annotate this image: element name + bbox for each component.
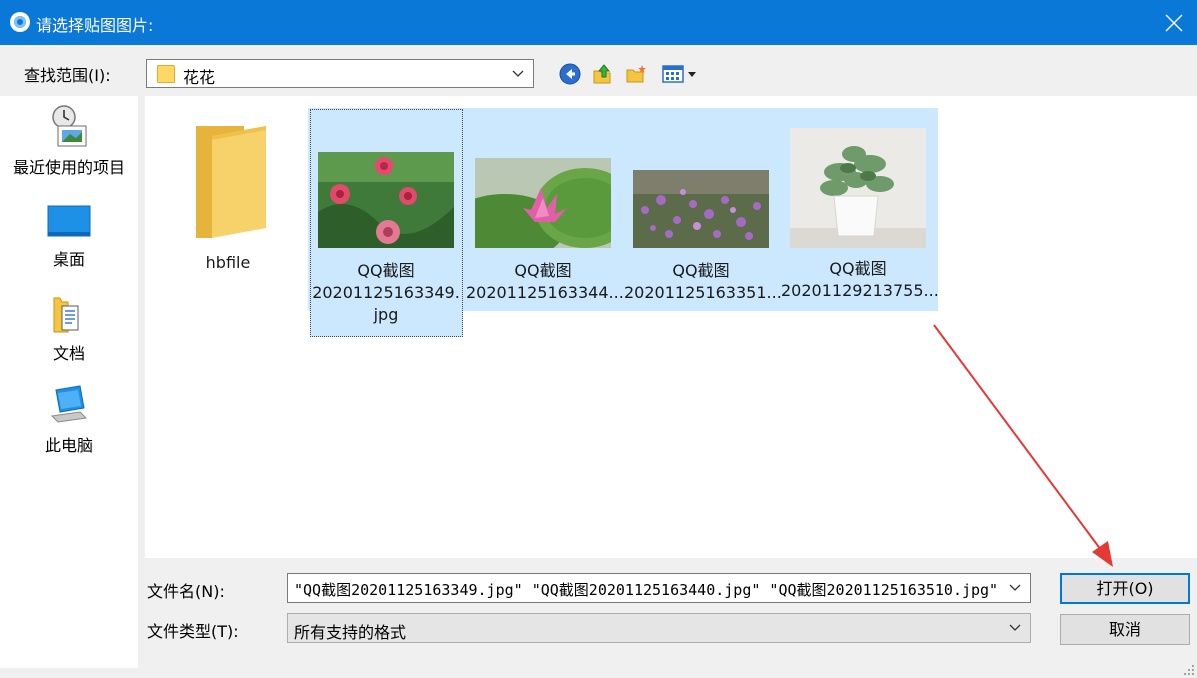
filename-value: "QQ截图20201125163349.jpg" "QQ截图2020112516…	[294, 581, 999, 599]
places-bar: 最近使用的项目 桌面 文档 此电脑	[0, 96, 138, 668]
title-bar: 请选择贴图图片:	[0, 0, 1197, 45]
documents-icon	[53, 297, 79, 333]
app-icon	[10, 12, 30, 32]
file-name: 20201125163351...	[624, 283, 782, 302]
desktop-icon	[47, 205, 91, 237]
list-item-image[interactable]: QQ截图 20201125163351...	[624, 170, 782, 304]
filetype-dropdown[interactable]: 所有支持的格式	[287, 613, 1031, 643]
list-item-folder[interactable]: hbfile	[151, 116, 305, 274]
place-label: 最近使用的项目	[12, 158, 125, 177]
filename-label: 文件名(N):	[147, 582, 225, 601]
view-menu-icon[interactable]	[662, 63, 702, 85]
folder-icon	[196, 126, 266, 238]
list-item-image[interactable]: QQ截图 20201125163344...	[466, 158, 624, 304]
file-name: QQ截图	[829, 259, 887, 278]
list-item-image[interactable]: QQ截图 20201129213755...	[781, 128, 939, 302]
file-name: QQ截图	[357, 261, 415, 280]
place-desktop[interactable]: 桌面	[0, 202, 138, 270]
chevron-down-icon[interactable]	[1008, 580, 1022, 594]
file-list[interactable]: hbfile QQ截图 20201125163349. jpg QQ截图 202…	[145, 96, 1197, 558]
file-name: QQ截图	[672, 261, 730, 280]
back-icon[interactable]	[559, 63, 581, 85]
file-name: QQ截图	[514, 261, 572, 280]
place-recent[interactable]: 最近使用的项目	[0, 104, 138, 178]
close-icon	[1165, 14, 1183, 31]
recent-items-icon	[52, 105, 87, 147]
file-name: 20201125163349.	[312, 283, 460, 302]
filename-input[interactable]: "QQ截图20201125163349.jpg" "QQ截图2020112516…	[287, 573, 1031, 603]
place-label: 桌面	[52, 250, 85, 269]
place-label: 此电脑	[44, 436, 93, 455]
image-thumbnail-lotus	[475, 158, 611, 248]
window-title: 请选择贴图图片:	[36, 16, 154, 35]
lookin-dropdown[interactable]: 花花	[146, 59, 534, 88]
lookin-value: 花花	[183, 68, 216, 87]
place-documents[interactable]: 文档	[0, 294, 138, 364]
file-name: jpg	[373, 305, 399, 324]
image-thumbnail-potted-plant	[790, 128, 926, 248]
chevron-down-icon	[1009, 624, 1021, 631]
resize-grip-icon[interactable]	[1183, 664, 1195, 676]
new-folder-icon[interactable]	[625, 63, 647, 85]
file-name: 20201129213755...	[781, 281, 939, 300]
close-button[interactable]	[1151, 0, 1197, 45]
place-label: 文档	[52, 344, 85, 363]
list-item-image[interactable]: QQ截图 20201125163349. jpg	[309, 152, 463, 326]
filetype-value: 所有支持的格式	[294, 623, 407, 642]
image-thumbnail-lavender	[633, 170, 769, 248]
lookin-label: 查找范围(I):	[24, 66, 111, 85]
image-thumbnail-flowers	[318, 152, 454, 248]
chevron-down-icon	[512, 70, 524, 77]
file-name: 20201125163344...	[466, 283, 624, 302]
this-pc-icon	[50, 385, 88, 423]
file-name: hbfile	[205, 253, 251, 272]
filetype-label: 文件类型(T):	[147, 622, 239, 641]
up-folder-icon[interactable]	[592, 63, 614, 85]
folder-icon	[157, 65, 175, 83]
open-button[interactable]: 打开(O)	[1060, 573, 1190, 604]
cancel-button[interactable]: 取消	[1060, 614, 1190, 645]
place-this-pc[interactable]: 此电脑	[0, 384, 138, 456]
